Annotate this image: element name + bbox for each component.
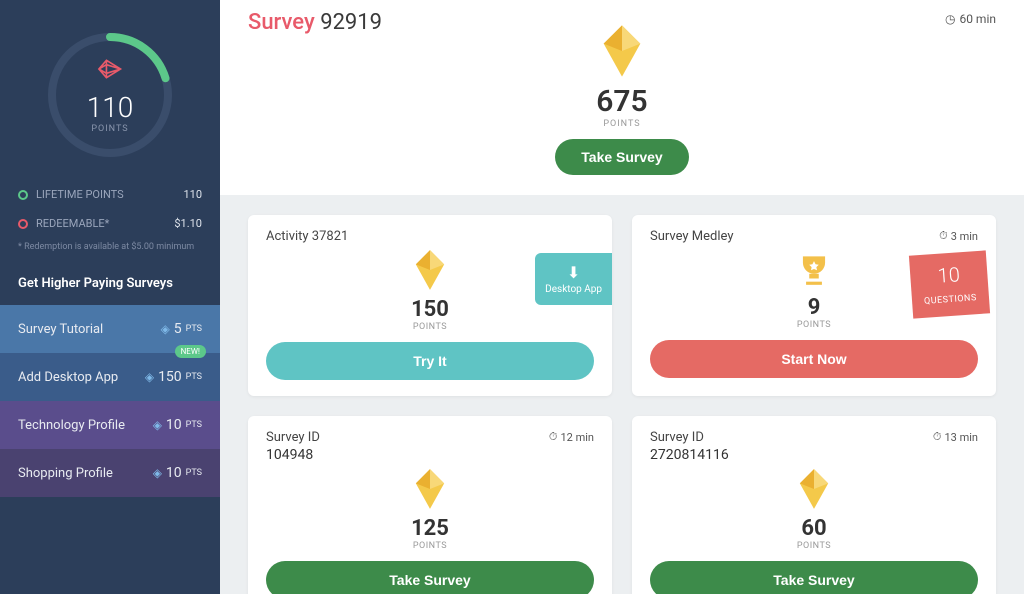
higher-paying-heading: Get Higher Paying Surveys xyxy=(0,266,220,305)
sidebar-item-label: Survey Tutorial xyxy=(18,322,103,337)
stopwatch-icon: ⏱ xyxy=(939,229,948,243)
main-content: Survey 92919 ◷ 60 min 675 POINTS Take Su… xyxy=(220,0,1024,594)
card-points-label: Points xyxy=(650,320,978,330)
stopwatch-icon: ⏱ xyxy=(549,430,558,444)
sidebar-item-label: Technology Profile xyxy=(18,418,125,433)
sidebar: 110 POINTS LIFETIME POINTS 110 REDEEMABL… xyxy=(0,0,220,594)
stopwatch-icon: ⏱ xyxy=(933,430,942,444)
featured-points: 675 xyxy=(248,84,996,119)
dot-icon xyxy=(18,219,28,229)
survey-duration: ◷ 60 min xyxy=(945,12,996,26)
take-survey-button[interactable]: Take Survey xyxy=(555,139,688,175)
survey-card: Survey ID 2720814116 ⏱13 min 60 Points T… xyxy=(632,416,996,594)
points-progress: 110 POINTS xyxy=(0,0,220,180)
card-title: Survey Medley xyxy=(650,229,734,244)
sidebar-item-add-desktop-app[interactable]: NEW! Add Desktop App ◈150PTS xyxy=(0,353,220,401)
survey-medley-card: Survey Medley ⏱3 min 10 QUESTIONS 9 Poin… xyxy=(632,215,996,396)
card-duration: ⏱13 min xyxy=(933,430,978,444)
sidebar-item-technology-profile[interactable]: Technology Profile ◈10PTS xyxy=(0,401,220,449)
try-it-button[interactable]: Try It xyxy=(266,342,594,380)
gem-icon: ◈ xyxy=(161,322,170,336)
gem-icon xyxy=(87,56,134,89)
card-title: Survey ID xyxy=(650,430,729,445)
redeemable-row: REDEEMABLE* $1.10 xyxy=(0,209,220,238)
card-title: Survey ID xyxy=(266,430,320,445)
points-value: 110 xyxy=(87,91,134,124)
activity-card: Activity 37821 ⬇ Desktop App 150 POINTS … xyxy=(248,215,612,396)
card-points-label: Points xyxy=(650,541,978,551)
take-survey-button[interactable]: Take Survey xyxy=(650,561,978,594)
sidebar-item-label: Shopping Profile xyxy=(18,466,113,481)
survey-id: 2720814116 xyxy=(650,447,729,463)
gem-icon: ◈ xyxy=(153,466,162,480)
points-label: POINTS xyxy=(87,124,134,134)
lifetime-points-row: LIFETIME POINTS 110 xyxy=(0,180,220,209)
card-points: 60 xyxy=(650,516,978,541)
card-duration: ⏱12 min xyxy=(549,430,594,444)
sidebar-item-shopping-profile[interactable]: Shopping Profile ◈10PTS xyxy=(0,449,220,497)
redemption-footnote: * Redemption is available at $5.00 minim… xyxy=(0,238,220,266)
survey-grid: Activity 37821 ⬇ Desktop App 150 POINTS … xyxy=(220,195,1024,594)
clock-icon: ◷ xyxy=(945,12,955,26)
card-points-label: Points xyxy=(266,541,594,551)
survey-id: 104948 xyxy=(266,447,320,463)
new-badge: NEW! xyxy=(175,345,206,358)
card-points-label: POINTS xyxy=(266,322,594,332)
gem-icon xyxy=(650,469,978,518)
gem-icon xyxy=(266,469,594,518)
sidebar-item-label: Add Desktop App xyxy=(18,370,118,385)
card-duration: ⏱3 min xyxy=(939,229,978,243)
card-title: Activity 37821 xyxy=(266,229,348,244)
featured-points-label: POINTS xyxy=(248,119,996,129)
card-points: 125 xyxy=(266,516,594,541)
survey-card: Survey ID 104948 ⏱12 min 125 Points Take… xyxy=(248,416,612,594)
questions-tag: 10 QUESTIONS xyxy=(909,250,990,318)
download-icon: ⬇ xyxy=(545,263,602,282)
dot-icon xyxy=(18,190,28,200)
start-now-button[interactable]: Start Now xyxy=(650,340,978,378)
gem-icon: ◈ xyxy=(145,370,154,384)
desktop-app-tag[interactable]: ⬇ Desktop App xyxy=(535,253,612,305)
take-survey-button[interactable]: Take Survey xyxy=(266,561,594,594)
gem-icon: ◈ xyxy=(153,418,162,432)
featured-survey: Survey 92919 ◷ 60 min 675 POINTS Take Su… xyxy=(220,0,1024,195)
